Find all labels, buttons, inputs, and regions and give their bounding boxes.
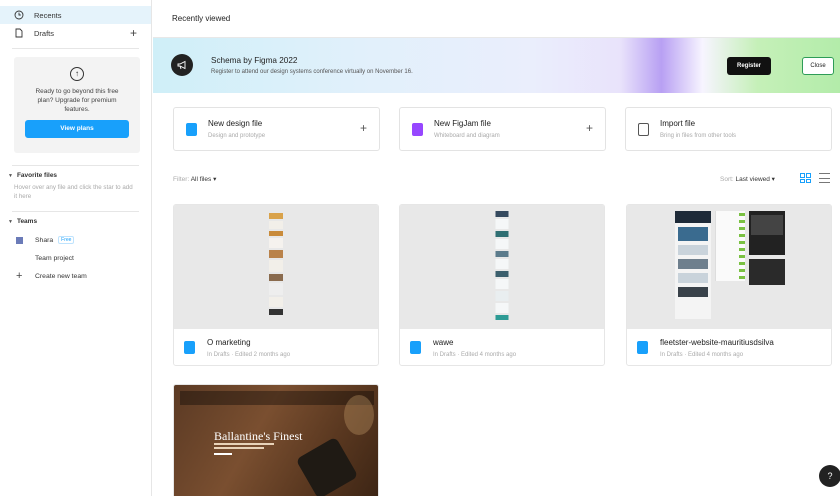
team-project-item[interactable]: Team project	[0, 249, 151, 267]
view-plans-button[interactable]: View plans	[25, 120, 129, 138]
file-card[interactable]: wawe In Drafts · Edited 4 months ago	[399, 204, 605, 366]
main-content: Recently viewed Schema by Figma 2022 Reg…	[153, 0, 840, 496]
file-meta: In Drafts · Edited 2 months ago	[207, 352, 291, 358]
file-icon	[14, 28, 24, 38]
sort-label: Sort:	[720, 176, 734, 183]
page-title-bar: Recently viewed	[153, 0, 840, 38]
teams-toggle[interactable]: ▼ Teams	[0, 218, 151, 225]
card-title: Import file	[660, 119, 696, 128]
sidebar: Recents Drafts + ↑ Ready to go beyond th…	[0, 0, 152, 496]
team-name: Shara	[35, 236, 54, 244]
plus-icon: +	[16, 270, 23, 282]
import-file-card[interactable]: Import file Bring in files from other to…	[625, 107, 832, 151]
file-meta: In Drafts · Edited 4 months ago	[660, 352, 744, 358]
favorite-files-hint: Hover over any file and click the star t…	[14, 184, 133, 200]
sidebar-item-recents[interactable]: Recents	[0, 6, 151, 24]
design-file-icon	[186, 123, 197, 136]
promo-banner: Schema by Figma 2022 Register to attend …	[153, 38, 840, 93]
file-name: fleetster-website-mauritiusdsilva	[660, 338, 774, 347]
card-title: New design file	[208, 119, 263, 128]
design-file-icon	[184, 341, 195, 354]
team-icon	[16, 236, 23, 244]
close-banner-button[interactable]: Close	[802, 57, 834, 75]
page-title: Recently viewed	[172, 14, 231, 23]
file-card[interactable]: fleetster-website-mauritiusdsilva In Dra…	[626, 204, 832, 366]
file-name: wawe	[433, 338, 454, 347]
caret-down-icon: ▼	[8, 218, 13, 225]
plan-badge: Free	[58, 236, 75, 244]
new-figjam-file-card[interactable]: New FigJam file Whiteboard and diagram +	[399, 107, 606, 151]
design-file-icon	[410, 341, 421, 354]
register-button[interactable]: Register	[727, 57, 771, 75]
figjam-file-icon	[412, 123, 423, 136]
banner-title: Schema by Figma 2022	[211, 56, 298, 65]
file-thumbnail	[400, 205, 604, 329]
design-file-icon	[637, 341, 648, 354]
file-thumbnail: Ballantine's Finest	[174, 385, 378, 496]
create-team-label: Create new team	[35, 272, 87, 280]
filter-value: All files ▾	[190, 176, 217, 183]
thumbnail-heading: Ballantine's Finest	[214, 429, 303, 443]
clock-icon	[14, 10, 24, 20]
file-card[interactable]: O marketing In Drafts · Edited 2 months …	[173, 204, 379, 366]
plus-icon: +	[359, 121, 367, 135]
caret-down-icon: ▼	[8, 172, 13, 179]
banner-subtitle: Register to attend our design systems co…	[211, 69, 413, 75]
file-name: O marketing	[207, 338, 251, 347]
sort-dropdown[interactable]: Sort: Last viewed ▾	[720, 175, 775, 183]
sort-value: Last viewed ▾	[735, 176, 775, 183]
plus-icon: +	[585, 121, 593, 135]
card-subtitle: Whiteboard and diagram	[434, 133, 500, 139]
filter-dropdown[interactable]: Filter: All files ▾	[173, 175, 216, 183]
add-draft-button[interactable]: +	[130, 26, 137, 40]
upgrade-card: ↑ Ready to go beyond this free plan? Upg…	[14, 57, 140, 153]
file-thumbnail	[627, 205, 831, 329]
team-item-shara[interactable]: Shara Free	[0, 231, 151, 249]
card-title: New FigJam file	[434, 119, 491, 128]
file-meta: In Drafts · Edited 4 months ago	[433, 352, 517, 358]
divider	[12, 48, 139, 49]
grid-view-icon[interactable]	[799, 172, 811, 184]
create-new-team-button[interactable]: + Create new team	[0, 267, 151, 285]
arrow-up-circle-icon: ↑	[70, 67, 84, 81]
teams-label: Teams	[16, 218, 38, 225]
megaphone-icon	[171, 54, 193, 76]
sidebar-item-drafts[interactable]: Drafts +	[0, 24, 151, 42]
new-design-file-card[interactable]: New design file Design and prototype +	[173, 107, 380, 151]
card-subtitle: Design and prototype	[208, 133, 266, 139]
list-view-icon[interactable]	[819, 173, 830, 183]
upgrade-text: Ready to go beyond this free plan? Upgra…	[35, 88, 119, 113]
divider	[12, 165, 139, 166]
team-project-label: Team project	[35, 254, 74, 262]
file-card[interactable]: Ballantine's Finest	[173, 384, 379, 496]
help-button[interactable]: ?	[819, 465, 840, 487]
import-icon	[638, 123, 649, 136]
sidebar-item-label: Drafts	[34, 28, 55, 38]
file-thumbnail	[174, 205, 378, 329]
divider	[12, 211, 139, 212]
filter-label: Filter:	[173, 176, 190, 183]
favorite-files-label: Favorite files	[16, 172, 58, 179]
sidebar-item-label: Recents	[34, 10, 62, 20]
favorite-files-toggle[interactable]: ▼ Favorite files	[0, 172, 151, 179]
card-subtitle: Bring in files from other tools	[660, 133, 737, 139]
